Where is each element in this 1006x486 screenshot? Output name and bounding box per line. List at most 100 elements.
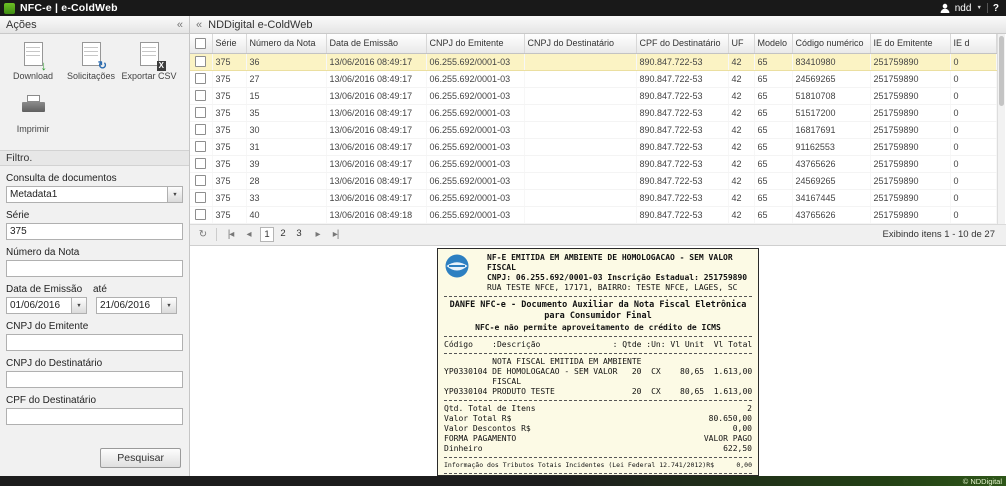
table-cell <box>524 206 636 223</box>
consulta-select[interactable]: Metadata1 ▼ <box>6 186 183 203</box>
row-checkbox[interactable] <box>195 73 206 84</box>
receipt-divider <box>444 457 752 458</box>
app-title: NFC-e | e-ColdWeb <box>20 2 118 14</box>
table-cell: 890.847.722-53 <box>636 121 728 138</box>
user-menu[interactable]: ndd <box>955 3 972 14</box>
consulta-select-value: Metadata1 <box>7 187 167 202</box>
row-checkbox[interactable] <box>195 175 206 186</box>
row-checkbox[interactable] <box>195 90 206 101</box>
receipt-divider <box>444 400 752 401</box>
numero-nota-input[interactable] <box>6 260 183 277</box>
cnpj-destinatario-input[interactable] <box>6 371 183 388</box>
column-header[interactable]: Série <box>212 34 246 53</box>
table-row[interactable]: 3752713/06/2016 08:49:1706.255.692/0001-… <box>190 70 997 87</box>
page-number-button[interactable]: 3 <box>292 227 306 242</box>
page-number-button[interactable]: 1 <box>260 227 274 242</box>
receipt-env-line2: FISCAL <box>487 263 752 273</box>
page-number-button[interactable]: 2 <box>276 227 290 242</box>
row-checkbox[interactable] <box>195 124 206 135</box>
column-header[interactable]: IE do Emitente <box>870 34 950 53</box>
table-cell: 13/06/2016 08:49:17 <box>326 138 426 155</box>
last-page-button[interactable]: ▸| <box>328 229 343 240</box>
prev-page-button[interactable]: ◂ <box>241 229 256 240</box>
table-row[interactable]: 3753113/06/2016 08:49:1706.255.692/0001-… <box>190 138 997 155</box>
table-cell: 31 <box>246 138 326 155</box>
imprimir-label: Imprimir <box>17 124 50 134</box>
row-checkbox[interactable] <box>195 192 206 203</box>
column-header[interactable]: Número da Nota <box>246 34 326 53</box>
row-checkbox[interactable] <box>195 158 206 169</box>
table-cell: 42 <box>728 172 754 189</box>
column-header[interactable]: CPF do Destinatário <box>636 34 728 53</box>
table-cell <box>524 104 636 121</box>
help-button[interactable]: ? <box>993 3 999 14</box>
next-page-button[interactable]: ▸ <box>310 229 325 240</box>
collapse-sidebar-icon[interactable]: « <box>177 19 183 31</box>
table-cell: 06.255.692/0001-03 <box>426 121 524 138</box>
download-button[interactable]: ↓ Download <box>4 42 62 81</box>
vertical-scrollbar[interactable] <box>997 34 1005 224</box>
table-cell: 251759890 <box>870 87 950 104</box>
receipt-items-header: Código :Descrição : Qtde :Un: Vl Unit Vl… <box>444 340 752 350</box>
table-cell: 65 <box>754 172 792 189</box>
table-cell: 06.255.692/0001-03 <box>426 87 524 104</box>
data-inicio-field: ▼ <box>6 297 87 314</box>
table-cell: 375 <box>212 70 246 87</box>
column-header[interactable]: Código numérico <box>792 34 870 53</box>
scrollbar-thumb[interactable] <box>999 36 1004 106</box>
table-row[interactable]: 3752813/06/2016 08:49:1706.255.692/0001-… <box>190 172 997 189</box>
table-cell: 06.255.692/0001-03 <box>426 53 524 70</box>
row-checkbox[interactable] <box>195 107 206 118</box>
table-cell: 13/06/2016 08:49:17 <box>326 189 426 206</box>
table-cell: 375 <box>212 189 246 206</box>
main-area: Ações « ↓ Download ↻ Solicitações X Expo… <box>0 16 1006 476</box>
table-row[interactable]: 3753513/06/2016 08:49:1706.255.692/0001-… <box>190 104 997 121</box>
calendar-icon[interactable]: ▼ <box>161 298 176 313</box>
chevron-down-icon[interactable]: ▼ <box>976 5 981 11</box>
table-cell: 51517200 <box>792 104 870 121</box>
table-cell: 65 <box>754 87 792 104</box>
serie-input[interactable] <box>6 223 183 240</box>
chevron-down-icon[interactable]: ▼ <box>167 187 182 202</box>
table-row[interactable]: 3753613/06/2016 08:49:1706.255.692/0001-… <box>190 53 997 70</box>
column-header[interactable]: Data de Emissão <box>326 34 426 53</box>
data-fim-input[interactable] <box>97 298 161 313</box>
row-checkbox[interactable] <box>195 56 206 67</box>
pesquisar-button[interactable]: Pesquisar <box>100 448 181 468</box>
select-all-checkbox[interactable] <box>195 38 206 49</box>
solicitacoes-button[interactable]: ↻ Solicitações <box>62 42 120 81</box>
row-checkbox[interactable] <box>195 141 206 152</box>
column-header[interactable]: CNPJ do Destinatário <box>524 34 636 53</box>
cnpj-emitente-input[interactable] <box>6 334 183 351</box>
table-cell: 39 <box>246 155 326 172</box>
table-cell: 890.847.722-53 <box>636 155 728 172</box>
imprimir-button[interactable]: Imprimir <box>4 95 62 134</box>
content-title: NDDigital e-ColdWeb <box>208 19 312 31</box>
table-cell: 06.255.692/0001-03 <box>426 70 524 87</box>
column-header[interactable]: UF <box>728 34 754 53</box>
column-header[interactable]: CNPJ do Emitente <box>426 34 524 53</box>
calendar-icon[interactable]: ▼ <box>71 298 86 313</box>
row-checkbox[interactable] <box>195 209 206 220</box>
table-row[interactable]: 3753013/06/2016 08:49:1706.255.692/0001-… <box>190 121 997 138</box>
column-header[interactable]: Modelo <box>754 34 792 53</box>
table-row[interactable]: 3753913/06/2016 08:49:1706.255.692/0001-… <box>190 155 997 172</box>
grid-body: 3753613/06/2016 08:49:1706.255.692/0001-… <box>190 53 997 223</box>
table-row[interactable]: 3751513/06/2016 08:49:1706.255.692/0001-… <box>190 87 997 104</box>
collapse-content-icon[interactable]: « <box>196 19 202 31</box>
exportar-csv-button[interactable]: X Exportar CSV <box>120 42 178 81</box>
cpf-destinatario-input[interactable] <box>6 408 183 425</box>
data-emissao-label-row: Data de Emissão até <box>6 277 183 297</box>
data-inicio-input[interactable] <box>7 298 71 313</box>
table-row[interactable]: 3754013/06/2016 08:49:1806.255.692/0001-… <box>190 206 997 223</box>
table-cell: 65 <box>754 155 792 172</box>
table-cell: 33 <box>246 189 326 206</box>
table-cell: 375 <box>212 206 246 223</box>
refresh-button[interactable]: ↻ <box>195 229 210 240</box>
first-page-button[interactable]: |◂ <box>223 229 238 240</box>
topbar-divider <box>987 3 988 13</box>
table-row[interactable]: 3753313/06/2016 08:49:1706.255.692/0001-… <box>190 189 997 206</box>
table-cell <box>524 53 636 70</box>
download-icon: ↓ <box>21 42 45 68</box>
column-header[interactable]: IE d <box>950 34 997 53</box>
